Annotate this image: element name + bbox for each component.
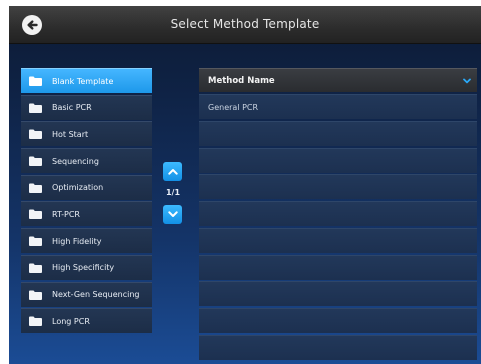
app-screen: Select Method Template Blank Template Ba… — [9, 6, 481, 364]
page-indicator: 1/1 — [165, 188, 181, 197]
folder-icon — [29, 129, 42, 140]
category-item-blank-template[interactable]: Blank Template — [21, 68, 152, 93]
category-item-optimization[interactable]: Optimization — [21, 174, 152, 200]
category-item-high-specificity[interactable]: High Specificity — [21, 254, 152, 280]
method-row[interactable] — [199, 120, 477, 146]
category-label: High Fidelity — [52, 236, 102, 246]
page-down-button[interactable] — [163, 205, 182, 224]
chevron-up-icon — [167, 169, 178, 175]
column-header-label: Method Name — [208, 75, 275, 86]
category-item-high-fidelity[interactable]: High Fidelity — [21, 228, 152, 254]
method-name-column-header[interactable]: Method Name — [199, 68, 477, 92]
category-item-next-gen-sequencing[interactable]: Next-Gen Sequencing — [21, 281, 152, 307]
category-item-hot-start[interactable]: Hot Start — [21, 121, 152, 147]
folder-icon — [29, 290, 42, 300]
folder-icon — [29, 316, 42, 327]
category-item-long-pcr[interactable]: Long PCR — [21, 308, 152, 334]
method-row-general-pcr[interactable]: General PCR — [199, 94, 477, 119]
category-label: Blank Template — [52, 76, 114, 86]
category-label: Optimization — [52, 183, 104, 193]
folder-icon — [29, 183, 42, 193]
folder-icon — [29, 76, 42, 86]
chevron-down-icon — [167, 211, 178, 217]
chevron-down-icon — [463, 78, 471, 83]
folder-icon — [29, 263, 42, 273]
method-row[interactable] — [199, 254, 477, 280]
method-row[interactable] — [199, 174, 477, 200]
page-title: Select Method Template — [170, 17, 320, 31]
category-label: Sequencing — [52, 156, 99, 166]
folder-icon — [29, 103, 42, 113]
method-row[interactable] — [199, 147, 477, 173]
category-label: RT-PCR — [52, 209, 80, 219]
folder-icon — [29, 209, 42, 220]
category-label: Basic PCR — [52, 103, 92, 113]
category-label: Hot Start — [52, 129, 89, 139]
category-label: Next-Gen Sequencing — [52, 290, 140, 299]
category-label: Long PCR — [52, 316, 90, 326]
category-label: High Specificity — [52, 263, 115, 273]
method-row[interactable] — [199, 334, 477, 360]
folder-icon — [29, 156, 42, 167]
method-row[interactable] — [199, 227, 477, 253]
page-navigator: 1/1 — [162, 162, 184, 224]
category-item-sequencing[interactable]: Sequencing — [21, 148, 152, 174]
category-item-rt-pcr[interactable]: RT-PCR — [21, 201, 152, 227]
method-name: General PCR — [208, 102, 259, 112]
method-table: Method Name General PCR — [199, 68, 477, 362]
method-row[interactable] — [199, 201, 477, 226]
title-bar: Select Method Template — [9, 6, 481, 44]
method-row[interactable] — [199, 308, 477, 333]
category-item-basic-pcr[interactable]: Basic PCR — [21, 94, 152, 120]
page-up-button[interactable] — [163, 162, 182, 181]
folder-icon — [29, 236, 42, 247]
category-list: Blank Template Basic PCR Hot Start Seque… — [21, 68, 152, 335]
method-row[interactable] — [199, 281, 477, 307]
